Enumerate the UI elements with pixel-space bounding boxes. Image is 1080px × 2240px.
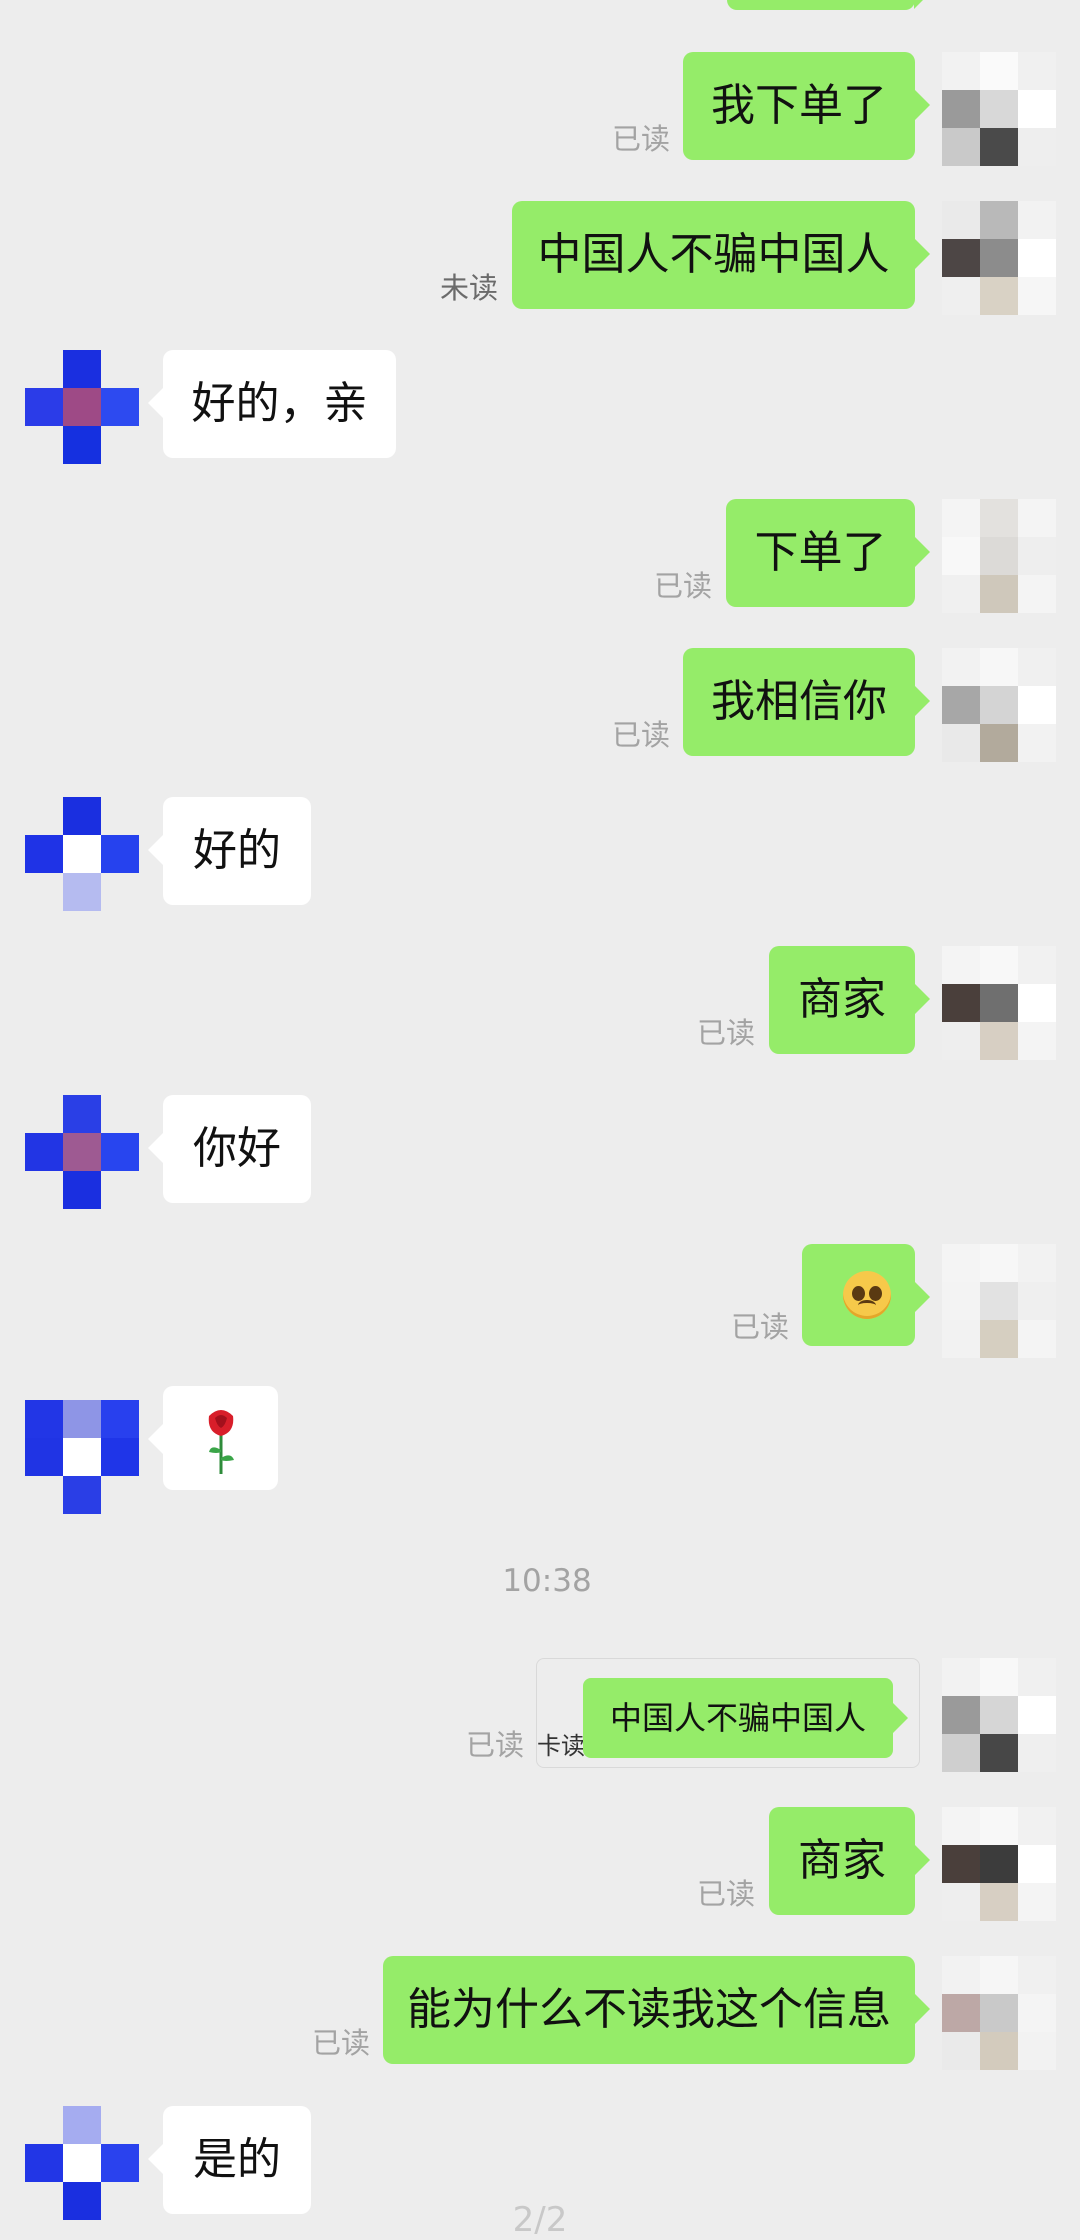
contact-avatar[interactable] xyxy=(25,1095,139,1209)
unread-status: 未读 xyxy=(440,271,499,305)
message-bubble[interactable]: 我下单了 xyxy=(683,52,930,160)
self-avatar[interactable] xyxy=(942,1658,1056,1772)
message-bubble[interactable]: 你好 xyxy=(148,1095,311,1203)
read-status: 已读 xyxy=(612,718,671,752)
self-avatar[interactable] xyxy=(942,946,1056,1060)
quoted-message-bubble[interactable]: 中国人不骗中国人 xyxy=(583,1678,908,1758)
quoted-status-fragment: 卡读 xyxy=(537,1732,585,1760)
message-bubble[interactable]: 好的，亲 xyxy=(148,350,396,458)
pleading-face-emoji-icon xyxy=(843,1271,891,1319)
message-bubble-emoji[interactable] xyxy=(802,1244,930,1346)
self-avatar[interactable] xyxy=(942,52,1056,166)
self-avatar[interactable] xyxy=(942,499,1056,613)
message-bubble[interactable]: 是的 xyxy=(148,2106,311,2214)
read-status: 已读 xyxy=(731,1310,790,1344)
read-status: 已读 xyxy=(697,1016,756,1050)
message-bubble-partial[interactable] xyxy=(727,0,930,10)
contact-avatar[interactable] xyxy=(25,350,139,464)
read-status: 已读 xyxy=(612,122,671,156)
contact-avatar[interactable] xyxy=(25,1400,139,1514)
timestamp: 10:38 xyxy=(502,1563,592,1599)
message-bubble[interactable]: 能为什么不读我这个信息 xyxy=(383,1956,930,2064)
message-bubble[interactable]: 好的 xyxy=(148,797,311,905)
message-bubble[interactable]: 我相信你 xyxy=(683,648,930,756)
read-status: 已读 xyxy=(466,1728,525,1762)
message-bubble-emoji[interactable] xyxy=(148,1386,278,1490)
self-avatar[interactable] xyxy=(942,1244,1056,1358)
read-status: 已读 xyxy=(312,2026,371,2060)
message-bubble[interactable]: 商家 xyxy=(769,946,930,1054)
read-status: 已读 xyxy=(697,1877,756,1911)
message-bubble[interactable]: 商家 xyxy=(769,1807,930,1915)
self-avatar[interactable] xyxy=(942,648,1056,762)
rose-emoji-icon xyxy=(208,1410,234,1474)
self-avatar[interactable] xyxy=(942,1956,1056,2070)
self-avatar[interactable] xyxy=(942,201,1056,315)
page-indicator: 2/2 xyxy=(512,2200,568,2240)
self-avatar[interactable] xyxy=(942,1807,1056,1921)
message-bubble[interactable]: 下单了 xyxy=(726,499,930,607)
message-bubble[interactable]: 中国人不骗中国人 xyxy=(512,201,930,309)
read-status: 已读 xyxy=(654,569,713,603)
contact-avatar[interactable] xyxy=(25,797,139,911)
